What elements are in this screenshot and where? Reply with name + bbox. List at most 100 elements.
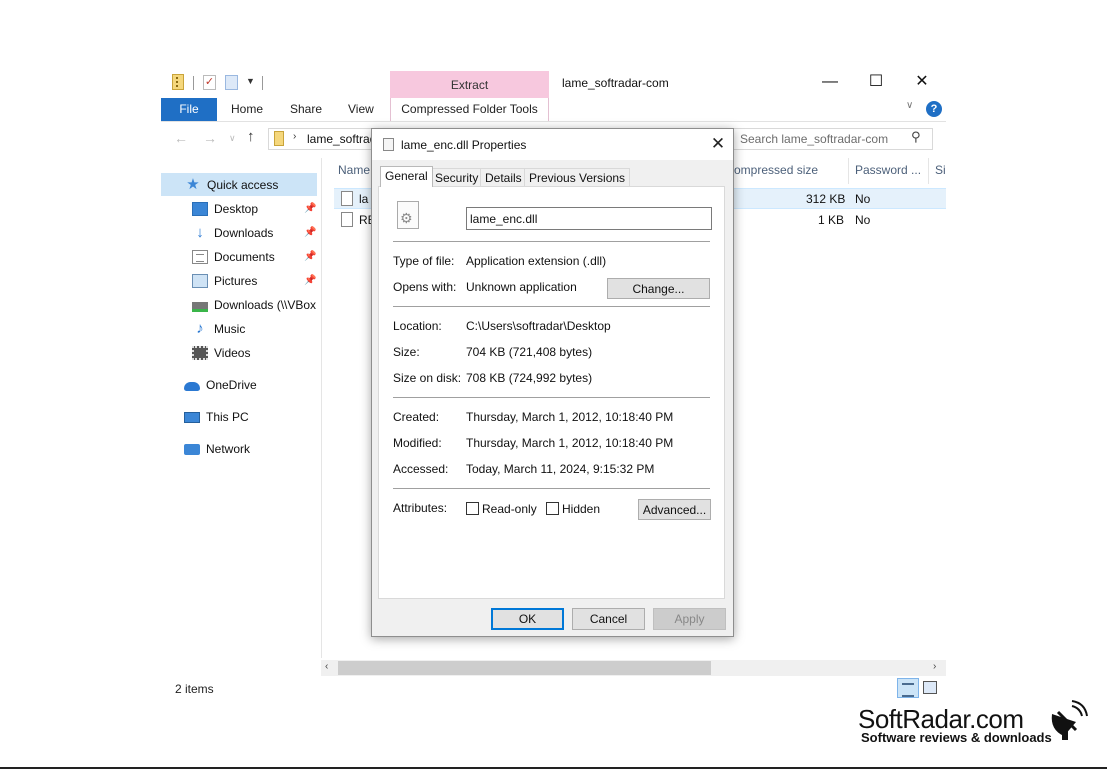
customize-toolbar-chevron-icon[interactable]: ▼ — [246, 76, 255, 86]
new-folder-icon[interactable] — [225, 75, 238, 90]
sidebar-item-quick-access[interactable]: ★ Quick access — [185, 174, 278, 196]
sidebar-item-downloads-vbox[interactable]: Downloads (\\VBox — [192, 294, 317, 316]
pin-icon: 📌 — [304, 251, 317, 262]
tab-home[interactable]: Home — [231, 98, 263, 121]
pane-divider[interactable] — [321, 158, 322, 658]
column-divider[interactable] — [848, 158, 849, 184]
column-divider[interactable] — [928, 158, 929, 184]
sidebar-item-downloads[interactable]: ↓ Downloads — [192, 222, 273, 244]
scroll-left-icon[interactable]: ‹ — [325, 661, 328, 672]
up-arrow-icon[interactable]: ↑ — [247, 128, 255, 145]
hidden-label: Hidden — [562, 502, 601, 516]
modified-label: Modified: — [393, 436, 442, 450]
sidebar-item-onedrive[interactable]: OneDrive — [184, 374, 257, 396]
table-cell-compressed-size: 1 KB — [818, 213, 845, 227]
table-cell-compressed-size: 312 KB — [806, 192, 846, 206]
details-view-icon[interactable] — [897, 678, 919, 698]
cloud-icon — [184, 382, 200, 391]
tab-security[interactable]: Security — [430, 168, 484, 187]
column-header-compressed-size[interactable]: ompressed size — [734, 163, 818, 177]
ok-button[interactable]: OK — [491, 608, 564, 630]
opens-with-label: Opens with: — [393, 280, 457, 294]
help-icon[interactable]: ? — [926, 101, 942, 117]
text-file-icon — [341, 212, 353, 227]
size-on-disk-label: Size on disk: — [393, 371, 462, 385]
sidebar-item-documents[interactable]: Documents — [192, 246, 275, 268]
general-tab-panel — [378, 186, 725, 599]
location-label: Location: — [393, 319, 442, 333]
sidebar-item-music[interactable]: ♪ Music — [192, 318, 245, 340]
table-cell-password: No — [855, 192, 871, 206]
pin-icon: 📌 — [304, 203, 317, 214]
sidebar-item-desktop[interactable]: Desktop — [192, 198, 258, 220]
apply-button[interactable]: Apply — [653, 608, 726, 630]
file-name-input[interactable] — [466, 207, 712, 230]
dll-file-icon — [383, 138, 394, 151]
change-button[interactable]: Change... — [607, 278, 710, 299]
tab-file[interactable]: File — [161, 98, 217, 121]
cancel-button[interactable]: Cancel — [572, 608, 645, 630]
table-cell-password: No — [855, 213, 871, 227]
expand-ribbon-chevron-icon[interactable]: ∨ — [906, 100, 913, 111]
window-title: lame_softradar-com — [562, 76, 669, 90]
sidebar-item-network[interactable]: Network — [184, 438, 250, 460]
read-only-checkbox[interactable] — [466, 502, 479, 515]
close-window-button[interactable]: ✕ — [899, 70, 945, 94]
size-value: 704 KB (721,408 bytes) — [466, 345, 593, 359]
accessed-label: Accessed: — [393, 462, 449, 476]
maximize-button[interactable]: ☐ — [853, 70, 899, 94]
sidebar-item-label: Quick access — [207, 178, 279, 192]
attributes-label: Attributes: — [393, 501, 448, 515]
breadcrumb-path[interactable]: lame_softradar-com — [307, 132, 371, 146]
tab-previous-versions[interactable]: Previous Versions — [524, 168, 631, 187]
softradar-tagline: Software reviews & downloads — [861, 730, 1052, 745]
sidebar-item-videos[interactable]: Videos — [192, 342, 250, 364]
dialog-title: lame_enc.dll Properties — [401, 138, 527, 152]
read-only-label: Read-only — [482, 502, 537, 516]
tab-view[interactable]: View — [348, 98, 374, 121]
computer-icon — [184, 411, 200, 423]
large-icons-view-icon[interactable] — [923, 681, 937, 694]
scroll-right-icon[interactable]: › — [933, 661, 936, 672]
column-header-password[interactable]: Password ... — [855, 163, 921, 177]
tab-details[interactable]: Details — [480, 168, 527, 187]
star-icon: ★ — [186, 176, 200, 193]
back-arrow-icon[interactable]: ← — [174, 130, 188, 146]
search-placeholder: Search lame_softradar-com — [740, 132, 889, 146]
extract-contextual-tab[interactable]: Extract — [390, 71, 549, 98]
search-icon[interactable]: ⚲ — [911, 129, 921, 145]
scrollbar-thumb[interactable] — [338, 661, 711, 675]
location-value: C:\Users\softradar\Desktop — [466, 319, 611, 333]
table-cell-name[interactable]: la — [359, 192, 368, 206]
gear-file-icon — [397, 201, 419, 229]
accessed-value: Today, March 11, 2024, 9:15:32 PM — [466, 462, 655, 476]
properties-icon[interactable]: ✓ — [203, 75, 216, 90]
minimize-button[interactable]: — — [807, 70, 853, 94]
sidebar-item-label: OneDrive — [206, 378, 257, 392]
tab-share[interactable]: Share — [290, 98, 322, 121]
column-header-name[interactable]: Name — [338, 163, 370, 177]
sidebar-item-label: Downloads (\\VBox — [214, 298, 317, 312]
modified-value: Thursday, March 1, 2012, 10:18:40 PM — [466, 436, 674, 450]
ribbon-divider — [161, 121, 946, 122]
pin-icon: 📌 — [304, 275, 317, 286]
column-header-size[interactable]: Si — [935, 163, 945, 177]
advanced-button[interactable]: Advanced... — [638, 499, 711, 520]
breadcrumb-chevron-icon[interactable]: › — [293, 131, 296, 142]
zip-folder-icon — [274, 131, 284, 146]
sidebar-item-label: Desktop — [214, 202, 259, 216]
sidebar-item-pictures[interactable]: Pictures — [192, 270, 257, 292]
folder-icon — [172, 74, 184, 90]
dialog-close-button[interactable]: ✕ — [705, 132, 731, 156]
status-item-count: 2 items — [175, 682, 214, 696]
desktop-icon — [192, 202, 208, 216]
hidden-checkbox[interactable] — [546, 502, 559, 515]
tab-compressed-folder-tools[interactable]: Compressed Folder Tools — [390, 98, 549, 121]
divider — [393, 241, 710, 242]
forward-arrow-icon[interactable]: → — [203, 130, 217, 146]
tab-general[interactable]: General — [380, 166, 433, 187]
sidebar-item-label: This PC — [206, 410, 249, 424]
divider — [393, 306, 710, 307]
recent-locations-chevron-icon[interactable]: ∨ — [229, 133, 236, 144]
sidebar-item-this-pc[interactable]: This PC — [184, 406, 249, 428]
